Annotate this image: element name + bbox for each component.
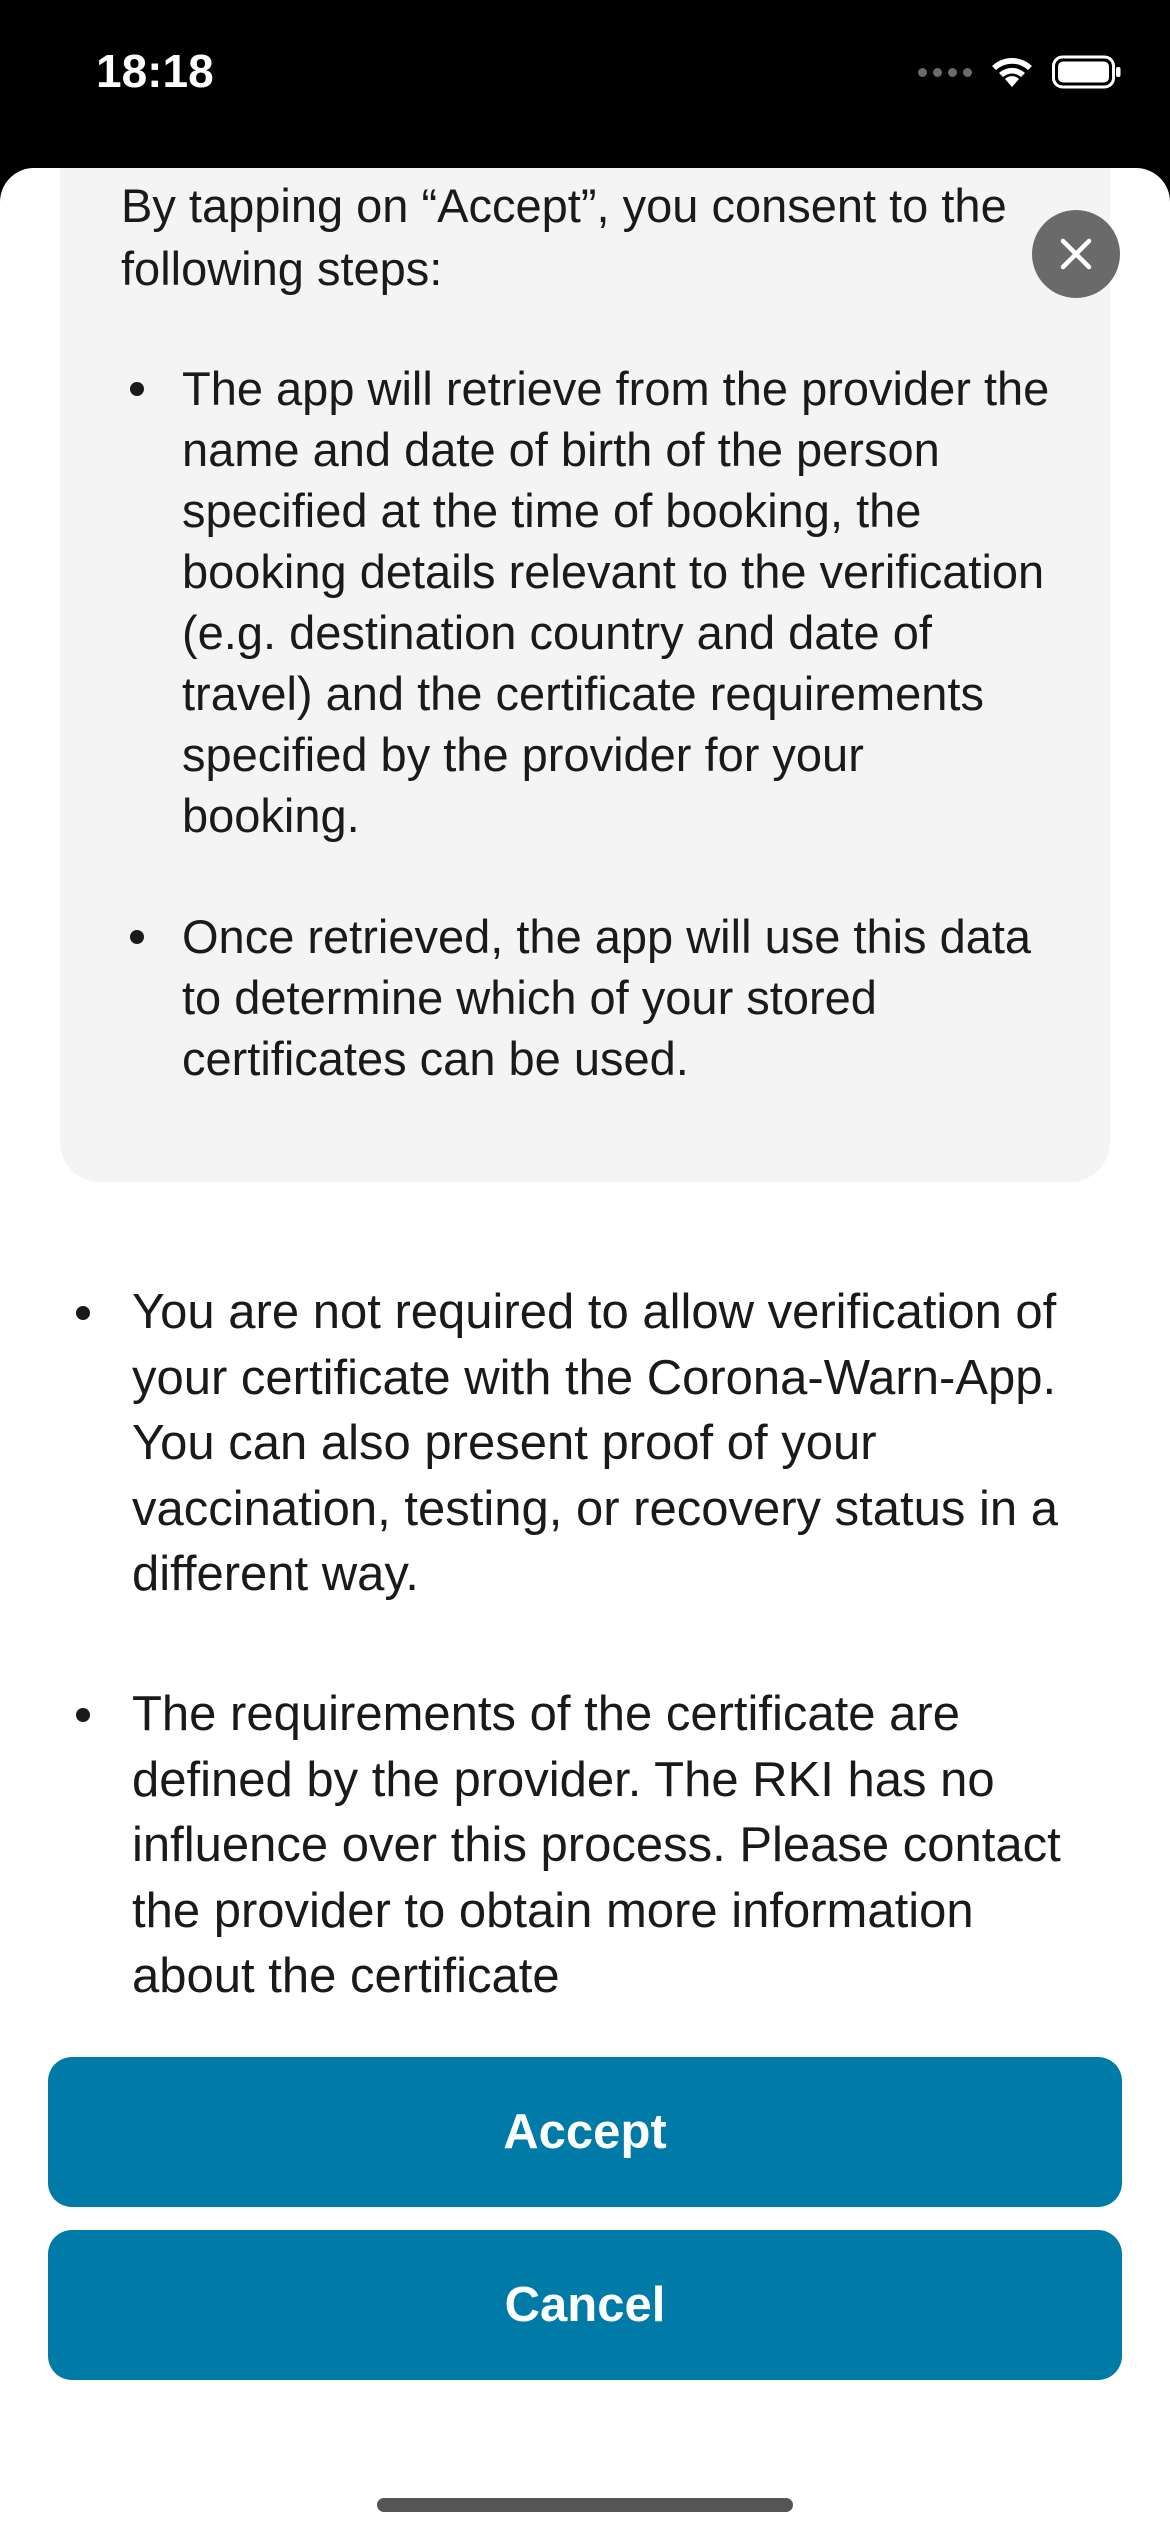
consent-steps-list: The app will retrieve from the provider … (120, 358, 1050, 1089)
list-item-text: The requirements of the certificate are … (132, 1686, 1061, 2004)
status-time: 18:18 (96, 45, 214, 97)
bullet (130, 382, 144, 396)
cellular-signal-icon (918, 67, 972, 77)
notes-list: You are not required to allow verificati… (62, 1280, 1092, 2010)
home-indicator[interactable] (377, 2498, 793, 2512)
bullet (130, 930, 144, 944)
consent-intro-text: By tapping on “Accept”, you consent to t… (121, 179, 1007, 295)
status-bar: 18:18 (0, 0, 1170, 170)
list-item: You are not required to allow verificati… (62, 1280, 1092, 1608)
wifi-icon (992, 58, 1032, 87)
list-item-text: Once retrieved, the app will use this da… (182, 910, 1032, 1085)
accept-button[interactable]: Accept (48, 2057, 1122, 2207)
cancel-button[interactable]: Cancel (48, 2230, 1122, 2380)
status-icons (918, 52, 1122, 92)
consent-sheet: By tapping on “Accept”, you consent to t… (0, 168, 1170, 2532)
list-item-text: You are not required to allow verificati… (132, 1285, 1058, 1602)
close-icon (1060, 238, 1092, 270)
battery-icon (1052, 55, 1121, 89)
list-item-text: The app will retrieve from the provider … (182, 362, 1050, 842)
list-item: The app will retrieve from the provider … (120, 358, 1050, 846)
list-item: Once retrieved, the app will use this da… (120, 906, 1050, 1089)
bullet (76, 1707, 90, 1722)
consent-steps-card: By tapping on “Accept”, you consent to t… (60, 168, 1110, 1182)
close-button[interactable] (1032, 210, 1120, 298)
bullet (76, 1306, 90, 1320)
list-item: The requirements of the certificate are … (62, 1682, 1092, 2010)
